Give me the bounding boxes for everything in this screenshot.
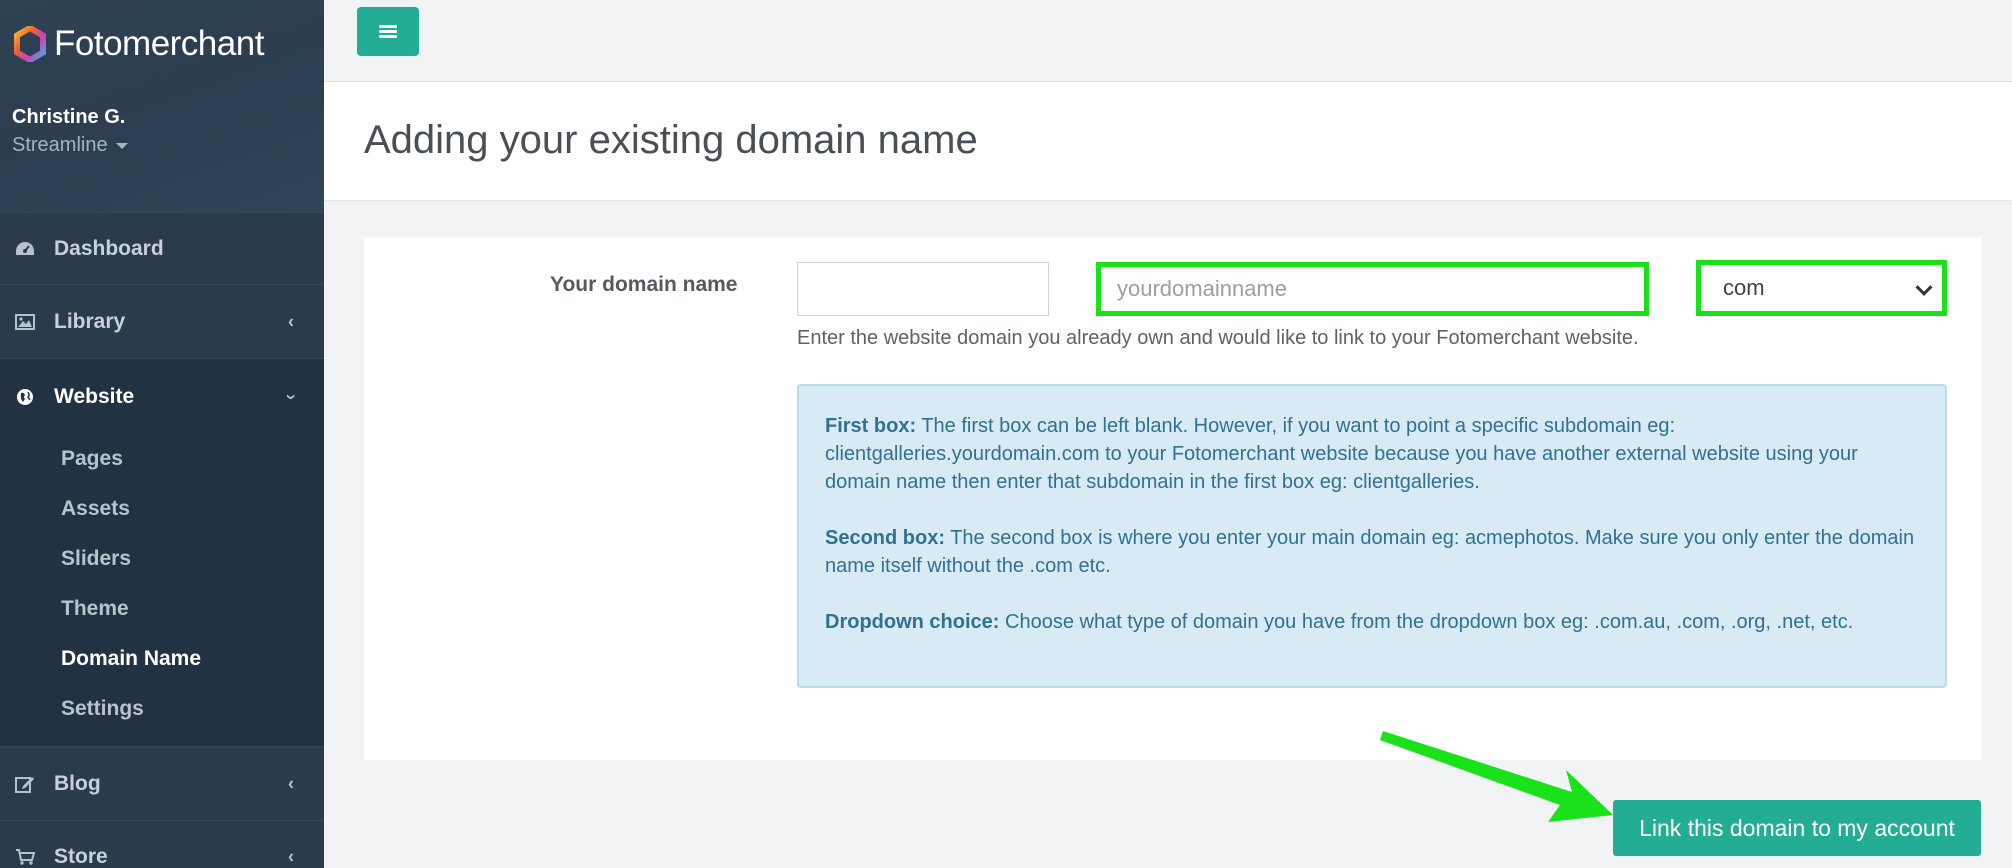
submenu-item-theme[interactable]: Theme (0, 584, 324, 634)
chevron-down-icon: › (281, 393, 302, 400)
page-title: Adding your existing domain name (364, 118, 978, 162)
sidebar-item-label: Dashboard (54, 236, 164, 260)
submenu-item-settings[interactable]: Settings (0, 684, 324, 734)
domain-input[interactable] (1096, 262, 1649, 316)
page-header: Adding your existing domain name (324, 82, 2012, 201)
sidebar-item-label: Store (54, 844, 108, 868)
sidebar-item-dashboard[interactable]: Dashboard (0, 212, 324, 284)
submenu-item-sliders[interactable]: Sliders (0, 534, 324, 584)
chevron-left-icon: ‹ (288, 773, 294, 793)
sidebar-item-store[interactable]: Store ‹ (0, 820, 324, 868)
chevron-left-icon: ‹ (288, 311, 294, 331)
sidebar-item-label: Blog (54, 771, 101, 795)
globe-icon (14, 386, 36, 408)
sidebar-item-website[interactable]: Website › (0, 358, 324, 434)
cart-icon (14, 846, 36, 868)
sidebar-nav: Dashboard Library ‹ Website › Pages Asse… (0, 212, 324, 868)
hamburger-icon (379, 23, 397, 40)
chevron-down-icon (1915, 278, 1933, 296)
domain-help-text: Enter the website domain you already own… (797, 327, 1639, 349)
sidebar-item-label: Library (54, 309, 126, 333)
info-dropdown-choice: Dropdown choice: Choose what type of dom… (825, 611, 1854, 633)
plan-dropdown[interactable]: Streamline (12, 134, 128, 157)
submenu-item-pages[interactable]: Pages (0, 434, 324, 484)
subdomain-input[interactable] (797, 262, 1049, 316)
submenu-item-domain-name[interactable]: Domain Name (0, 634, 324, 684)
top-bar (324, 0, 2012, 82)
brand-name: Fotomerchant (54, 24, 264, 63)
hamburger-menu-button[interactable] (357, 7, 419, 56)
domain-form-panel: Your domain name com Enter the website d… (364, 237, 1981, 760)
tld-selected-value: com (1723, 275, 1765, 300)
sidebar: Fotomerchant Christine G. Streamline Das… (0, 0, 324, 868)
link-domain-button[interactable]: Link this domain to my account (1613, 800, 1981, 856)
sidebar-header: Fotomerchant Christine G. Streamline (0, 0, 324, 212)
chevron-left-icon: ‹ (288, 846, 294, 866)
sidebar-item-label: Website (54, 384, 135, 408)
sidebar-item-blog[interactable]: Blog ‹ (0, 746, 324, 820)
info-second-box: Second box: The second box is where you … (825, 527, 1915, 577)
user-name: Christine G. (12, 106, 126, 128)
website-submenu: Pages Assets Sliders Theme Domain Name S… (0, 434, 324, 746)
domain-name-label: Your domain name (550, 273, 738, 296)
caret-down-icon (115, 142, 128, 149)
info-first-box: First box: The first box can be left bla… (825, 415, 1858, 493)
edit-icon (14, 773, 36, 795)
plan-label: Streamline (12, 134, 108, 156)
logo-icon (12, 24, 48, 64)
dashboard-icon (14, 238, 36, 260)
image-icon (14, 311, 36, 333)
brand-logo[interactable]: Fotomerchant (12, 24, 264, 64)
info-alert: First box: The first box can be left bla… (797, 384, 1947, 688)
submenu-item-assets[interactable]: Assets (0, 484, 324, 534)
tld-select[interactable]: com (1696, 260, 1947, 316)
sidebar-item-library[interactable]: Library ‹ (0, 284, 324, 358)
